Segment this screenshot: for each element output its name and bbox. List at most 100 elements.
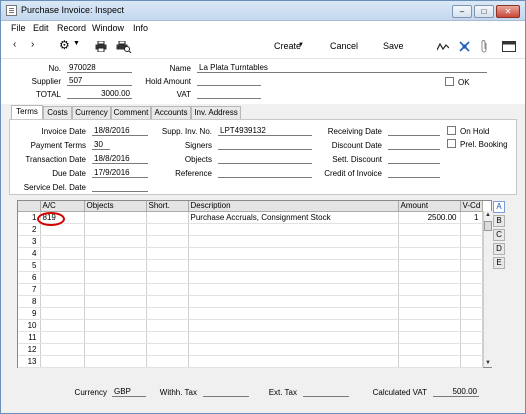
ac-cell[interactable] bbox=[40, 319, 85, 332]
ac-cell[interactable] bbox=[40, 247, 85, 260]
scroll-up-icon[interactable]: ▲ bbox=[485, 212, 491, 218]
description-cell[interactable] bbox=[188, 235, 399, 248]
amount-cell[interactable]: 2500.00 bbox=[398, 211, 461, 224]
activity-icon[interactable] bbox=[437, 43, 449, 51]
short-cell[interactable] bbox=[146, 319, 189, 332]
amount-cell[interactable] bbox=[398, 223, 461, 236]
prel-booking-checkbox[interactable] bbox=[447, 139, 456, 148]
description-cell[interactable] bbox=[188, 295, 399, 308]
minimize-icon[interactable]: – bbox=[452, 5, 472, 18]
short-cell[interactable] bbox=[146, 223, 189, 236]
tab-accounts[interactable]: Accounts bbox=[151, 106, 191, 119]
objects-cell[interactable] bbox=[84, 247, 147, 260]
create-chevron-down-icon[interactable]: ▼ bbox=[298, 42, 304, 48]
description-cell[interactable] bbox=[188, 247, 399, 260]
short-cell[interactable] bbox=[146, 259, 189, 272]
short-cell[interactable] bbox=[146, 211, 189, 224]
short-cell[interactable] bbox=[146, 295, 189, 308]
vcd-cell[interactable] bbox=[460, 271, 483, 284]
objects-cell[interactable] bbox=[84, 259, 147, 272]
objects-cell[interactable] bbox=[84, 283, 147, 296]
supplier-field[interactable]: 507 bbox=[67, 76, 132, 86]
description-cell[interactable] bbox=[188, 307, 399, 320]
grid-header-short[interactable]: Short. bbox=[146, 201, 189, 212]
chevron-down-icon[interactable]: ▼ bbox=[73, 40, 80, 47]
tab-currency[interactable]: Currency bbox=[72, 106, 111, 119]
vcd-cell[interactable] bbox=[460, 319, 483, 332]
description-cell[interactable] bbox=[188, 319, 399, 332]
menu-edit[interactable]: Edit bbox=[33, 23, 49, 33]
table-row[interactable]: 13 bbox=[18, 355, 483, 368]
vcd-cell[interactable] bbox=[460, 283, 483, 296]
vcd-cell[interactable] bbox=[460, 259, 483, 272]
amount-cell[interactable] bbox=[398, 319, 461, 332]
service-del-date-field[interactable] bbox=[92, 182, 148, 192]
short-cell[interactable] bbox=[146, 331, 189, 344]
scroll-down-icon[interactable]: ▼ bbox=[485, 360, 491, 366]
description-cell[interactable] bbox=[188, 355, 399, 368]
amount-cell[interactable] bbox=[398, 355, 461, 368]
link-icon[interactable] bbox=[459, 41, 470, 52]
ac-cell[interactable] bbox=[40, 343, 85, 356]
amount-cell[interactable] bbox=[398, 259, 461, 272]
next-icon[interactable]: › bbox=[31, 39, 34, 50]
table-row[interactable]: 10 bbox=[18, 319, 483, 332]
table-row[interactable]: 8 bbox=[18, 295, 483, 308]
description-cell[interactable] bbox=[188, 331, 399, 344]
vcd-cell[interactable] bbox=[460, 343, 483, 356]
amount-cell[interactable] bbox=[398, 295, 461, 308]
table-row[interactable]: 1 819 Purchase Accruals, Consignment Stock… bbox=[18, 211, 483, 224]
amount-cell[interactable] bbox=[398, 271, 461, 284]
vcd-cell[interactable] bbox=[460, 223, 483, 236]
create-button[interactable]: Create bbox=[274, 41, 301, 51]
tab-costs[interactable]: Costs bbox=[43, 106, 72, 119]
print-icon[interactable] bbox=[95, 41, 107, 52]
ac-cell[interactable] bbox=[40, 283, 85, 296]
objects-field[interactable] bbox=[218, 154, 312, 164]
objects-cell[interactable] bbox=[84, 211, 147, 224]
vcd-cell[interactable] bbox=[460, 331, 483, 344]
tab-inv-address[interactable]: Inv. Address bbox=[191, 106, 241, 119]
description-cell[interactable]: Purchase Accruals, Consignment Stock bbox=[188, 211, 399, 224]
short-cell[interactable] bbox=[146, 307, 189, 320]
ac-cell[interactable] bbox=[40, 235, 85, 248]
objects-cell[interactable] bbox=[84, 235, 147, 248]
receiving-date-field[interactable] bbox=[388, 126, 440, 136]
grid-header-amount[interactable]: Amount bbox=[398, 201, 461, 212]
objects-cell[interactable] bbox=[84, 319, 147, 332]
short-cell[interactable] bbox=[146, 343, 189, 356]
amount-cell[interactable] bbox=[398, 307, 461, 320]
sett-discount-field[interactable] bbox=[388, 154, 440, 164]
short-cell[interactable] bbox=[146, 271, 189, 284]
description-cell[interactable] bbox=[188, 283, 399, 296]
payment-terms-field[interactable]: 30 bbox=[92, 140, 110, 150]
cancel-button[interactable]: Cancel bbox=[330, 41, 358, 51]
maximize-icon[interactable]: □ bbox=[474, 5, 494, 18]
previous-icon[interactable]: ‹ bbox=[13, 39, 16, 50]
grid-header-objects[interactable]: Objects bbox=[84, 201, 147, 212]
print-preview-icon[interactable] bbox=[116, 41, 132, 53]
hold-amount-field[interactable] bbox=[197, 76, 261, 86]
side-tab-a[interactable]: A bbox=[493, 201, 505, 213]
objects-cell[interactable] bbox=[84, 307, 147, 320]
due-date-field[interactable]: 17/9/2016 bbox=[92, 168, 148, 178]
table-row[interactable]: 4 bbox=[18, 247, 483, 260]
amount-cell[interactable] bbox=[398, 331, 461, 344]
objects-cell[interactable] bbox=[84, 355, 147, 368]
table-row[interactable]: 9 bbox=[18, 307, 483, 320]
side-tab-e[interactable]: E bbox=[493, 257, 505, 269]
amount-cell[interactable] bbox=[398, 247, 461, 260]
vcd-cell[interactable] bbox=[460, 307, 483, 320]
table-row[interactable]: 5 bbox=[18, 259, 483, 272]
transaction-date-field[interactable]: 18/8/2016 bbox=[92, 154, 148, 164]
objects-cell[interactable] bbox=[84, 295, 147, 308]
table-row[interactable]: 3 bbox=[18, 235, 483, 248]
side-tab-b[interactable]: B bbox=[493, 215, 505, 227]
on-hold-checkbox[interactable] bbox=[447, 126, 456, 135]
grid-header-vcd[interactable]: V-Cd bbox=[460, 201, 483, 212]
amount-cell[interactable] bbox=[398, 235, 461, 248]
window-icon[interactable] bbox=[502, 41, 516, 52]
short-cell[interactable] bbox=[146, 283, 189, 296]
objects-cell[interactable] bbox=[84, 271, 147, 284]
scroll-thumb[interactable] bbox=[484, 221, 492, 231]
